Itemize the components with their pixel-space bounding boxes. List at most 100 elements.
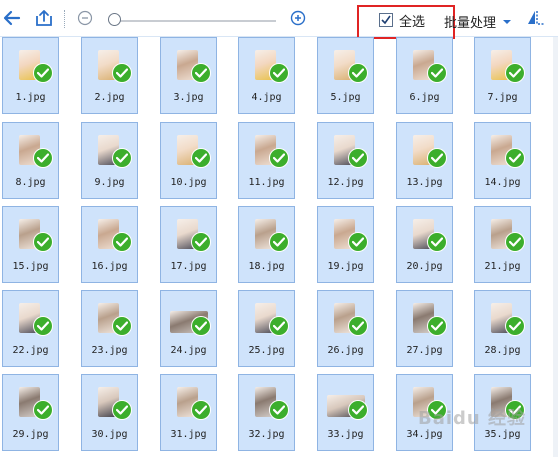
file-tile[interactable]: 32.jpg	[238, 374, 295, 451]
file-tile[interactable]: 13.jpg	[396, 122, 453, 199]
file-name: 7.jpg	[487, 92, 518, 103]
file-tile[interactable]: 31.jpg	[160, 374, 217, 451]
file-name: 30.jpg	[91, 429, 128, 440]
selected-check-icon[interactable]	[270, 64, 288, 82]
file-tile[interactable]: 4.jpg	[238, 37, 295, 114]
selected-check-icon[interactable]	[349, 317, 367, 335]
file-tile[interactable]: 21.jpg	[474, 206, 531, 283]
file-tile[interactable]: 24.jpg	[160, 290, 217, 367]
file-name: 8.jpg	[15, 177, 46, 188]
file-name: 27.jpg	[406, 345, 443, 356]
file-tile[interactable]: 27.jpg	[396, 290, 453, 367]
selected-check-icon[interactable]	[428, 317, 446, 335]
file-tile[interactable]: 8.jpg	[2, 122, 59, 199]
file-tile[interactable]: 3.jpg	[160, 37, 217, 114]
file-tile[interactable]: 10.jpg	[160, 122, 217, 199]
selected-check-icon[interactable]	[192, 233, 210, 251]
zoom-in-icon[interactable]	[288, 8, 308, 28]
zoom-slider-track[interactable]	[114, 20, 276, 22]
file-tile[interactable]: 26.jpg	[317, 290, 374, 367]
selected-check-icon[interactable]	[270, 149, 288, 167]
file-tile[interactable]: 29.jpg	[2, 374, 59, 451]
file-name: 14.jpg	[484, 177, 521, 188]
file-name: 24.jpg	[170, 345, 207, 356]
file-name: 26.jpg	[327, 345, 364, 356]
file-tile[interactable]: 33.jpg	[317, 374, 374, 451]
file-tile[interactable]: 12.jpg	[317, 122, 374, 199]
file-tile[interactable]: 30.jpg	[81, 374, 138, 451]
selected-check-icon[interactable]	[34, 317, 52, 335]
selected-check-icon[interactable]	[428, 233, 446, 251]
rotate-icon[interactable]	[525, 8, 545, 28]
file-name: 35.jpg	[484, 429, 521, 440]
file-tile[interactable]: 11.jpg	[238, 122, 295, 199]
zoom-out-icon[interactable]	[75, 8, 95, 28]
file-name: 20.jpg	[406, 261, 443, 272]
file-name: 1.jpg	[15, 92, 46, 103]
selected-check-icon[interactable]	[506, 233, 524, 251]
selected-check-icon[interactable]	[34, 233, 52, 251]
file-tile[interactable]: 6.jpg	[396, 37, 453, 114]
file-tile[interactable]: 19.jpg	[317, 206, 374, 283]
file-tile[interactable]: 22.jpg	[2, 290, 59, 367]
selected-check-icon[interactable]	[34, 149, 52, 167]
selected-check-icon[interactable]	[349, 233, 367, 251]
export-icon[interactable]	[34, 8, 54, 28]
file-tile[interactable]: 17.jpg	[160, 206, 217, 283]
file-name: 31.jpg	[170, 429, 207, 440]
file-name: 29.jpg	[12, 429, 49, 440]
selected-check-icon[interactable]	[113, 401, 131, 419]
scrollbar[interactable]	[553, 37, 558, 457]
file-tile[interactable]: 15.jpg	[2, 206, 59, 283]
file-tile[interactable]: 5.jpg	[317, 37, 374, 114]
selected-check-icon[interactable]	[192, 317, 210, 335]
selected-check-icon[interactable]	[349, 149, 367, 167]
file-tile[interactable]: 18.jpg	[238, 206, 295, 283]
selected-check-icon[interactable]	[113, 317, 131, 335]
file-tile[interactable]: 34.jpg	[396, 374, 453, 451]
file-tile[interactable]: 1.jpg	[2, 37, 59, 114]
selected-check-icon[interactable]	[270, 317, 288, 335]
file-tile[interactable]: 23.jpg	[81, 290, 138, 367]
file-tile[interactable]: 16.jpg	[81, 206, 138, 283]
back-arrow-icon[interactable]	[2, 8, 22, 28]
file-tile[interactable]: 28.jpg	[474, 290, 531, 367]
selected-check-icon[interactable]	[428, 64, 446, 82]
selected-check-icon[interactable]	[349, 64, 367, 82]
selected-check-icon[interactable]	[506, 149, 524, 167]
file-tile[interactable]: 14.jpg	[474, 122, 531, 199]
file-tile[interactable]: 25.jpg	[238, 290, 295, 367]
selected-check-icon[interactable]	[192, 401, 210, 419]
selected-check-icon[interactable]	[506, 401, 524, 419]
selected-check-icon[interactable]	[428, 401, 446, 419]
file-tile[interactable]: 7.jpg	[474, 37, 531, 114]
file-name: 17.jpg	[170, 261, 207, 272]
file-name: 13.jpg	[406, 177, 443, 188]
file-tile[interactable]: 9.jpg	[81, 122, 138, 199]
annotation-highlight-box	[357, 5, 455, 39]
selected-check-icon[interactable]	[113, 233, 131, 251]
file-name: 4.jpg	[251, 92, 282, 103]
zoom-slider-thumb[interactable]	[108, 13, 121, 26]
chevron-down-icon	[503, 19, 512, 24]
selected-check-icon[interactable]	[113, 149, 131, 167]
file-name: 11.jpg	[248, 177, 285, 188]
selected-check-icon[interactable]	[349, 401, 367, 419]
file-name: 6.jpg	[409, 92, 440, 103]
selected-check-icon[interactable]	[506, 64, 524, 82]
selected-check-icon[interactable]	[192, 64, 210, 82]
selected-check-icon[interactable]	[192, 149, 210, 167]
file-tile[interactable]: 35.jpg	[474, 374, 531, 451]
selected-check-icon[interactable]	[270, 233, 288, 251]
batch-process-dropdown[interactable]: 批量处理	[444, 12, 512, 31]
file-name: 5.jpg	[330, 92, 361, 103]
selected-check-icon[interactable]	[270, 401, 288, 419]
file-name: 25.jpg	[248, 345, 285, 356]
selected-check-icon[interactable]	[113, 64, 131, 82]
selected-check-icon[interactable]	[34, 401, 52, 419]
selected-check-icon[interactable]	[428, 149, 446, 167]
file-tile[interactable]: 2.jpg	[81, 37, 138, 114]
selected-check-icon[interactable]	[34, 64, 52, 82]
selected-check-icon[interactable]	[506, 317, 524, 335]
file-tile[interactable]: 20.jpg	[396, 206, 453, 283]
